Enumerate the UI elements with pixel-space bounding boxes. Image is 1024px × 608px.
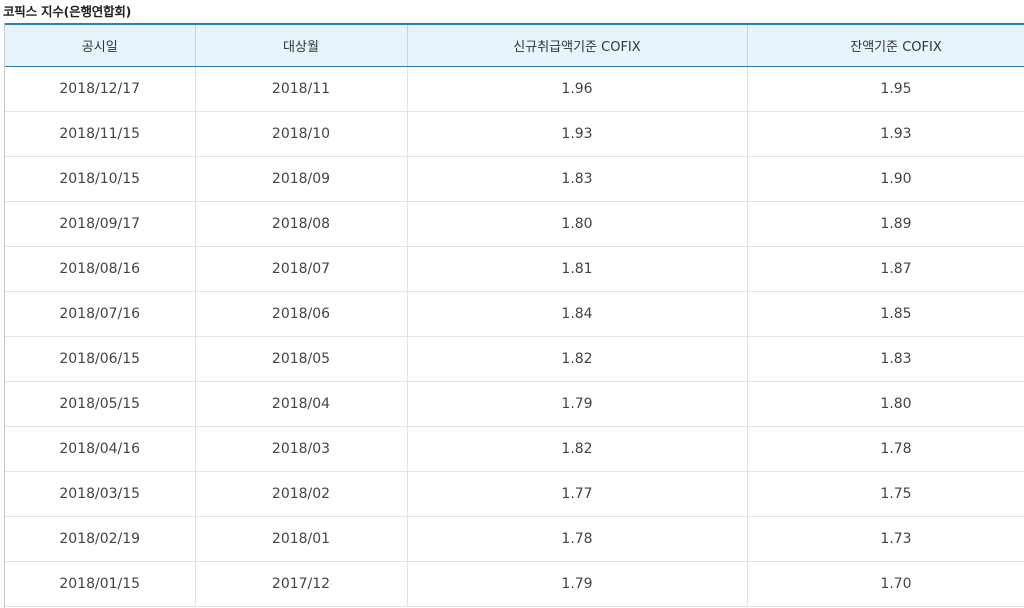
cell-new-cofix: 1.77 [407,471,748,517]
table-row: 2018/01/15 2017/12 1.79 1.70 [5,561,1024,607]
cell-announcement-date: 2018/04/16 [5,426,196,472]
table-row: 2018/08/16 2018/07 1.81 1.87 [5,246,1024,292]
cell-balance-cofix: 1.73 [747,516,1024,562]
header-balance-cofix: 잔액기준 COFIX [747,23,1024,67]
cell-new-cofix: 1.80 [407,201,748,247]
table-row: 2018/04/16 2018/03 1.82 1.78 [5,426,1024,472]
cofix-table-container: 공시일 대상월 신규취급액기준 COFIX 잔액기준 COFIX 2018/12… [4,23,1024,608]
cell-announcement-date: 2018/03/15 [5,471,196,517]
cofix-table: 공시일 대상월 신규취급액기준 COFIX 잔액기준 COFIX 2018/12… [5,23,1024,607]
page: 코픽스 지수(은행연합회) 공시일 대상월 신규취급액기준 COFIX 잔액기준… [0,0,1024,608]
cell-balance-cofix: 1.70 [747,561,1024,607]
cell-new-cofix: 1.81 [407,246,748,292]
cell-target-month: 2017/12 [195,561,408,607]
cell-announcement-date: 2018/12/17 [5,66,196,112]
cell-announcement-date: 2018/05/15 [5,381,196,427]
table-body: 2018/12/17 2018/11 1.96 1.95 2018/11/15 2018/… [5,66,1024,607]
table-row: 2018/03/15 2018/02 1.77 1.75 [5,471,1024,517]
table-row: 2018/06/15 2018/05 1.82 1.83 [5,336,1024,382]
cell-balance-cofix: 1.93 [747,111,1024,157]
cell-announcement-date: 2018/10/15 [5,156,196,202]
cell-new-cofix: 1.79 [407,381,748,427]
cell-announcement-date: 2018/07/16 [5,291,196,337]
cell-target-month: 2018/09 [195,156,408,202]
cell-announcement-date: 2018/01/15 [5,561,196,607]
table-row: 2018/07/16 2018/06 1.84 1.85 [5,291,1024,337]
cell-balance-cofix: 1.78 [747,426,1024,472]
cell-balance-cofix: 1.83 [747,336,1024,382]
cell-target-month: 2018/04 [195,381,408,427]
cell-target-month: 2018/11 [195,66,408,112]
header-row: 공시일 대상월 신규취급액기준 COFIX 잔액기준 COFIX [5,23,1024,67]
cell-new-cofix: 1.78 [407,516,748,562]
table-row: 2018/12/17 2018/11 1.96 1.95 [5,66,1024,112]
header-new-cofix: 신규취급액기준 COFIX [407,23,748,67]
cell-target-month: 2018/03 [195,426,408,472]
cell-announcement-date: 2018/02/19 [5,516,196,562]
cell-balance-cofix: 1.75 [747,471,1024,517]
cell-new-cofix: 1.93 [407,111,748,157]
cell-balance-cofix: 1.80 [747,381,1024,427]
table-row: 2018/10/15 2018/09 1.83 1.90 [5,156,1024,202]
cell-balance-cofix: 1.87 [747,246,1024,292]
table-row: 2018/02/19 2018/01 1.78 1.73 [5,516,1024,562]
cell-new-cofix: 1.83 [407,156,748,202]
cell-target-month: 2018/01 [195,516,408,562]
cell-new-cofix: 1.96 [407,66,748,112]
cell-announcement-date: 2018/09/17 [5,201,196,247]
table-row: 2018/05/15 2018/04 1.79 1.80 [5,381,1024,427]
cell-target-month: 2018/10 [195,111,408,157]
cell-new-cofix: 1.82 [407,336,748,382]
cell-target-month: 2018/02 [195,471,408,517]
header-target-month: 대상월 [195,23,408,67]
table-row: 2018/11/15 2018/10 1.93 1.93 [5,111,1024,157]
cell-balance-cofix: 1.85 [747,291,1024,337]
header-announcement-date: 공시일 [5,23,196,67]
cell-new-cofix: 1.82 [407,426,748,472]
cell-target-month: 2018/07 [195,246,408,292]
cell-new-cofix: 1.84 [407,291,748,337]
cell-announcement-date: 2018/06/15 [5,336,196,382]
table-header: 공시일 대상월 신규취급액기준 COFIX 잔액기준 COFIX [5,23,1024,67]
cell-announcement-date: 2018/08/16 [5,246,196,292]
page-title: 코픽스 지수(은행연합회) [3,4,132,19]
cell-target-month: 2018/05 [195,336,408,382]
cell-balance-cofix: 1.90 [747,156,1024,202]
cell-announcement-date: 2018/11/15 [5,111,196,157]
cell-balance-cofix: 1.89 [747,201,1024,247]
cell-target-month: 2018/08 [195,201,408,247]
cell-target-month: 2018/06 [195,291,408,337]
cell-new-cofix: 1.79 [407,561,748,607]
table-row: 2018/09/17 2018/08 1.80 1.89 [5,201,1024,247]
cell-balance-cofix: 1.95 [747,66,1024,112]
